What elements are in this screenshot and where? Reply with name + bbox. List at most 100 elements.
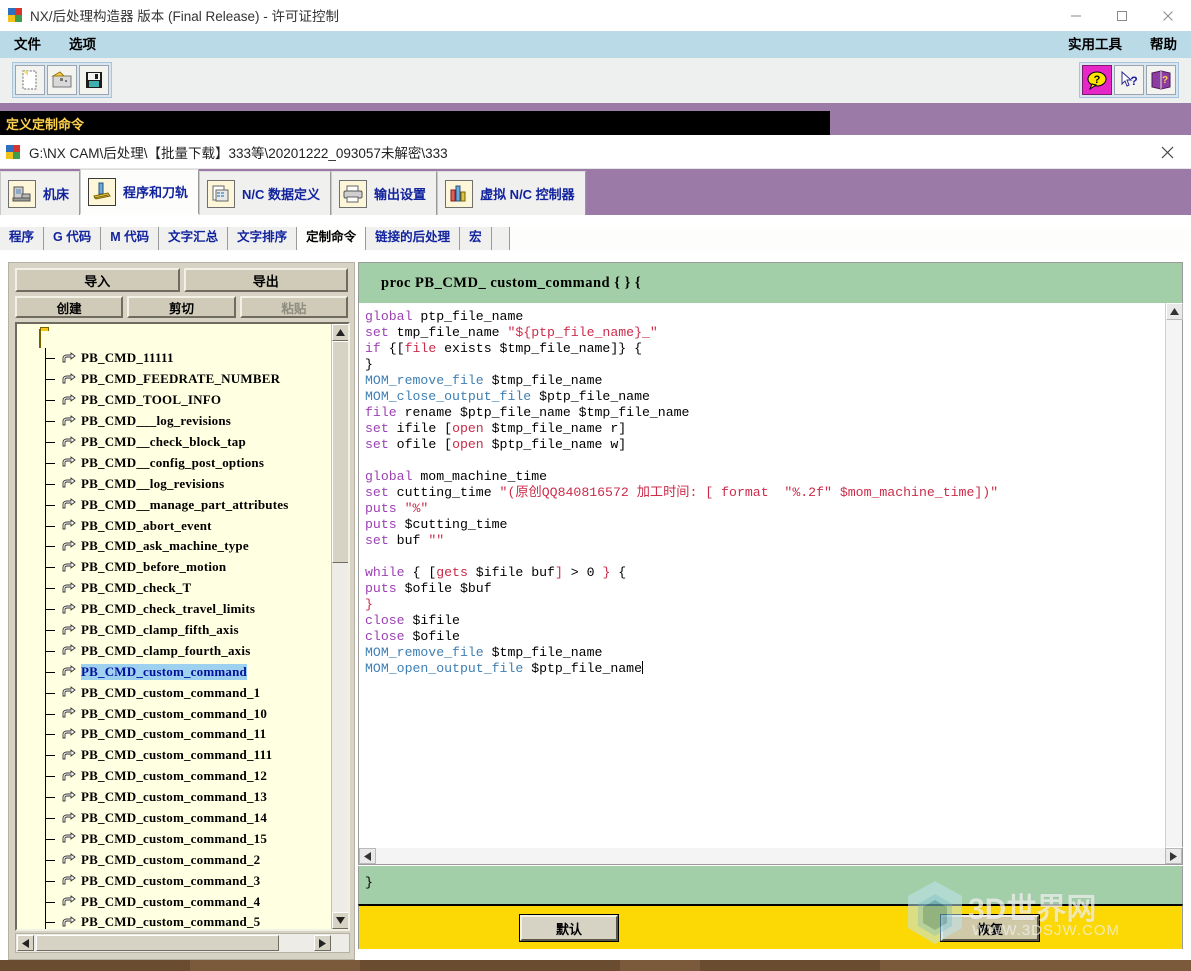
tree-item[interactable]: PB_CMD_custom_command_1: [17, 682, 334, 704]
tree-root-folder[interactable]: [17, 324, 334, 348]
code-token: rename $ptp_file_name $tmp_file_name: [396, 405, 690, 420]
code-line: MOM_remove_file $tmp_file_name: [365, 645, 1162, 661]
tab-virtual-nc-controller[interactable]: 虚拟 N/C 控制器: [437, 171, 586, 215]
tree-item[interactable]: PB_CMD_TOOL_INFO: [17, 389, 334, 411]
tree-item[interactable]: PB_CMD_clamp_fifth_axis: [17, 619, 334, 641]
tree-vertical-scrollbar[interactable]: [331, 324, 348, 929]
tree-scroll-thumb[interactable]: [332, 341, 348, 563]
tree-item[interactable]: PB_CMD_custom_command_12: [17, 765, 334, 787]
save-icon[interactable]: [79, 65, 109, 95]
new-icon[interactable]: [15, 65, 45, 95]
open-icon[interactable]: [47, 65, 77, 95]
tree-scroll-up-icon[interactable]: [332, 324, 348, 341]
tab-virtual-nc-controller-label: 虚拟 N/C 控制器: [480, 187, 575, 202]
tree-item[interactable]: PB_CMD__config_post_options: [17, 452, 334, 474]
tree-item[interactable]: PB_CMD_custom_command_3: [17, 870, 334, 892]
tree-item[interactable]: PB_CMD__check_block_tap: [17, 431, 334, 453]
tree-item[interactable]: PB_CMD__manage_part_attributes: [17, 494, 334, 516]
code-horizontal-scrollbar[interactable]: [358, 848, 1183, 865]
command-hand-icon: [61, 790, 76, 804]
subtab-program[interactable]: 程序: [0, 227, 45, 250]
tree-scroll-right-icon[interactable]: [314, 935, 331, 951]
help-balloon-icon[interactable]: ?: [1082, 65, 1112, 95]
command-hand-icon: [61, 769, 76, 783]
manual-book-icon[interactable]: ?: [1146, 65, 1176, 95]
tree-item[interactable]: PB_CMD_check_travel_limits: [17, 598, 334, 620]
import-button[interactable]: 导入: [15, 268, 180, 292]
close-button[interactable]: [1145, 0, 1191, 31]
tree-hscroll-thumb[interactable]: [36, 935, 279, 951]
tree-item[interactable]: PB_CMD_custom_command_4: [17, 891, 334, 912]
tree-item[interactable]: PB_CMD_custom_command_13: [17, 786, 334, 808]
tree-item-label: PB_CMD__check_block_tap: [81, 434, 246, 449]
tab-machine-tool[interactable]: 机床: [0, 171, 81, 215]
tab-nc-data-definitions-label: N/C 数据定义: [242, 187, 321, 202]
code-scroll-up-icon[interactable]: [1166, 303, 1183, 320]
cut-button[interactable]: 剪切: [127, 296, 236, 318]
command-hand-icon: [61, 831, 76, 845]
menu-help[interactable]: 帮助: [1136, 31, 1191, 58]
code-scroll-right-icon[interactable]: [1165, 848, 1182, 864]
restore-button[interactable]: 恢复: [940, 914, 1040, 942]
export-button[interactable]: 导出: [183, 268, 348, 292]
tree-item[interactable]: PB_CMD_custom_command_2: [17, 849, 334, 871]
tree-item[interactable]: PB_CMD_11111: [17, 348, 334, 369]
tree-item[interactable]: PB_CMD_custom_command_111: [17, 744, 334, 766]
subtab-m-code[interactable]: M 代码: [101, 227, 160, 250]
tree-item[interactable]: PB_CMD_custom_command_15: [17, 828, 334, 850]
tab-program-toolpath-label: 程序和刀轨: [123, 185, 189, 200]
tree-item[interactable]: PB_CMD_custom_command_10: [17, 703, 334, 724]
code-token: MOM_close_output_file: [365, 389, 532, 404]
tree-item[interactable]: PB_CMD___log_revisions: [17, 410, 334, 432]
tree-scroll-down-icon[interactable]: [332, 912, 348, 929]
subtab-word-sequencing[interactable]: 文字排序: [228, 227, 298, 250]
code-token: gets: [436, 565, 468, 580]
tree-scroll-left-icon[interactable]: [17, 935, 34, 951]
menu-utilities[interactable]: 实用工具: [1054, 31, 1136, 58]
code-token: $ofile $buf: [396, 581, 492, 596]
tree-item[interactable]: PB_CMD_abort_event: [17, 515, 334, 536]
subtab-g-code[interactable]: G 代码: [44, 227, 102, 250]
command-hand-icon: [61, 539, 76, 553]
maximize-button[interactable]: [1099, 0, 1145, 31]
subtab-linked-post[interactable]: 链接的后处理: [366, 227, 461, 250]
document-close-icon[interactable]: [1157, 142, 1177, 162]
text-caret: [642, 661, 643, 674]
code-editor-panel: proc PB_CMD_ custom_command { } { global…: [358, 262, 1183, 865]
tree-item[interactable]: PB_CMD_clamp_fourth_axis: [17, 640, 334, 662]
tab-nc-data-definitions[interactable]: N/C 数据定义: [199, 171, 332, 215]
tree-item[interactable]: PB_CMD__log_revisions: [17, 473, 334, 495]
tree-horizontal-scrollbar[interactable]: [15, 933, 350, 953]
tree-item[interactable]: PB_CMD_custom_command_5: [17, 912, 334, 929]
code-pane[interactable]: global ptp_file_name set tmp_file_name "$…: [359, 303, 1182, 864]
command-tree[interactable]: PB_CMD_11111 PB_CMD_FEEDRATE_NUMBER PB_CMD…: [15, 322, 350, 931]
code-line: MOM_remove_file $tmp_file_name: [365, 373, 1162, 389]
code-line: set ifile [open $tmp_file_name r]: [365, 421, 1162, 437]
menu-file[interactable]: 文件: [0, 31, 55, 58]
tree-item[interactable]: PB_CMD_custom_command_14: [17, 807, 334, 829]
tree-connector: [45, 431, 59, 453]
default-button[interactable]: 默认: [519, 914, 619, 942]
tree-connector: [45, 724, 59, 745]
svg-text:?: ?: [1130, 74, 1137, 88]
menu-options[interactable]: 选项: [55, 31, 110, 58]
code-scroll-left-icon[interactable]: [359, 848, 376, 864]
tree-item[interactable]: PB_CMD_ask_machine_type: [17, 536, 334, 557]
minimize-button[interactable]: [1053, 0, 1099, 31]
subtab-custom-command[interactable]: 定制命令: [297, 227, 367, 250]
tree-item[interactable]: PB_CMD_check_T: [17, 577, 334, 599]
code-body[interactable]: global ptp_file_name set tmp_file_name "$…: [365, 309, 1162, 677]
tree-item[interactable]: PB_CMD_FEEDRATE_NUMBER: [17, 368, 334, 390]
tree-item[interactable]: PB_CMD_before_motion: [17, 556, 334, 578]
context-help-icon[interactable]: ?: [1114, 65, 1144, 95]
tree-item[interactable]: PB_CMD_custom_command: [17, 661, 334, 683]
create-button[interactable]: 创建: [15, 296, 124, 318]
code-vertical-scrollbar[interactable]: [1165, 303, 1183, 864]
tab-output-settings[interactable]: 输出设置: [331, 171, 438, 215]
tab-program-toolpath[interactable]: 程序和刀轨: [80, 169, 200, 215]
subtab-macro[interactable]: 宏: [460, 227, 492, 250]
nc-data-icon: [207, 179, 236, 208]
subtab-word-summary[interactable]: 文字汇总: [159, 227, 229, 250]
tree-item[interactable]: PB_CMD_custom_command_11: [17, 724, 334, 745]
